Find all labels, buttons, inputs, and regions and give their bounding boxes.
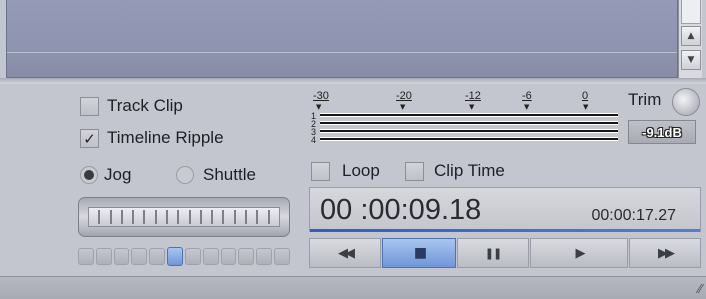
current-timecode: 00 :00:09.18	[320, 194, 482, 226]
scrollbar-thumb[interactable]	[681, 0, 701, 24]
transport-controls: ◀◀ ■ ❚❚ ▶ ▶▶	[309, 238, 701, 268]
vertical-scrollbar[interactable]: ▲ ▼	[678, 0, 702, 78]
arrow-up-icon: ▲	[687, 31, 695, 41]
loop-checkbox[interactable]	[311, 162, 330, 181]
meter-tick-icon: ▼	[469, 103, 475, 111]
jog-slider-cell[interactable]	[202, 248, 219, 265]
fast-forward-icon: ▶▶	[658, 245, 675, 261]
jog-radio[interactable]	[80, 166, 98, 184]
jog-slider-cell[interactable]	[256, 248, 273, 265]
jog-slider-cell[interactable]	[238, 248, 255, 265]
meter-tick-icon: ▼	[400, 103, 406, 111]
clip-duration: 00:00:17.27	[591, 207, 676, 224]
play-button[interactable]: ▶	[530, 238, 628, 268]
stop-icon: ■	[413, 245, 427, 261]
level-meter-bar	[320, 121, 618, 125]
jog-slider-cell[interactable]	[274, 248, 290, 265]
clip-list-pane[interactable]	[6, 0, 678, 78]
level-meter-bar	[320, 129, 618, 133]
loop-label: Loop	[342, 161, 380, 180]
stop-button[interactable]: ■	[382, 238, 456, 268]
level-meter-bar	[320, 137, 618, 141]
meter-scale-label: -20	[396, 90, 412, 102]
jog-wheel[interactable]	[78, 197, 290, 237]
resize-grip-icon[interactable]: ⁄⁄	[698, 282, 702, 296]
meter-scale-label: -6	[522, 90, 532, 102]
clip-time-label: Clip Time	[434, 161, 505, 180]
channel-label: 4	[311, 135, 317, 145]
scroll-up-button[interactable]: ▲	[681, 26, 701, 46]
timecode-progress-line	[310, 229, 700, 232]
rewind-icon: ◀◀	[338, 245, 355, 261]
jog-slider-cell[interactable]	[78, 248, 94, 265]
meter-scale-label: 0	[582, 90, 589, 102]
shuttle-label: Shuttle	[203, 165, 256, 184]
jog-slider-cell[interactable]	[95, 248, 112, 265]
jog-slider[interactable]	[78, 247, 290, 267]
meter-tick-icon: ▼	[316, 103, 322, 111]
status-bar: ⁄⁄	[0, 276, 706, 299]
timecode-display: 00 :00:09.18 00:00:17.27	[309, 187, 701, 232]
trim-knob[interactable]	[672, 88, 700, 116]
track-clip-checkbox[interactable]	[80, 97, 99, 116]
checkmark-icon: ✓	[83, 129, 96, 148]
timeline-ripple-checkbox[interactable]: ✓	[80, 129, 99, 148]
arrow-down-icon: ▼	[687, 55, 695, 65]
clip-time-checkbox[interactable]	[405, 162, 424, 181]
play-icon: ▶	[575, 245, 586, 261]
jog-slider-cell[interactable]	[184, 248, 201, 265]
jog-slider-thumb[interactable]	[167, 247, 183, 266]
jog-label: Jog	[104, 165, 132, 184]
shuttle-radio[interactable]	[176, 166, 194, 184]
jog-slider-cell[interactable]	[220, 248, 237, 265]
meter-tick-icon: ▼	[583, 103, 589, 111]
jog-slider-cell[interactable]	[113, 248, 130, 265]
level-readout: -9.1dB	[628, 120, 696, 144]
pause-button[interactable]: ❚❚	[457, 238, 529, 268]
meter-scale-label: -12	[465, 90, 481, 102]
trim-label: Trim	[628, 90, 662, 109]
jog-slider-cell[interactable]	[149, 248, 166, 265]
fast-forward-button[interactable]: ▶▶	[629, 238, 701, 268]
meter-scale-label: -30	[313, 90, 329, 102]
pause-icon: ❚❚	[484, 246, 502, 260]
track-clip-label: Track Clip	[107, 96, 183, 115]
rewind-button[interactable]: ◀◀	[309, 238, 381, 268]
scroll-down-button[interactable]: ▼	[681, 50, 701, 70]
meter-tick-icon: ▼	[524, 103, 530, 111]
jog-slider-cell[interactable]	[131, 248, 148, 265]
panel-separator	[0, 78, 706, 84]
timeline-ripple-label: Timeline Ripple	[107, 128, 224, 147]
level-meter-bar	[320, 113, 618, 117]
